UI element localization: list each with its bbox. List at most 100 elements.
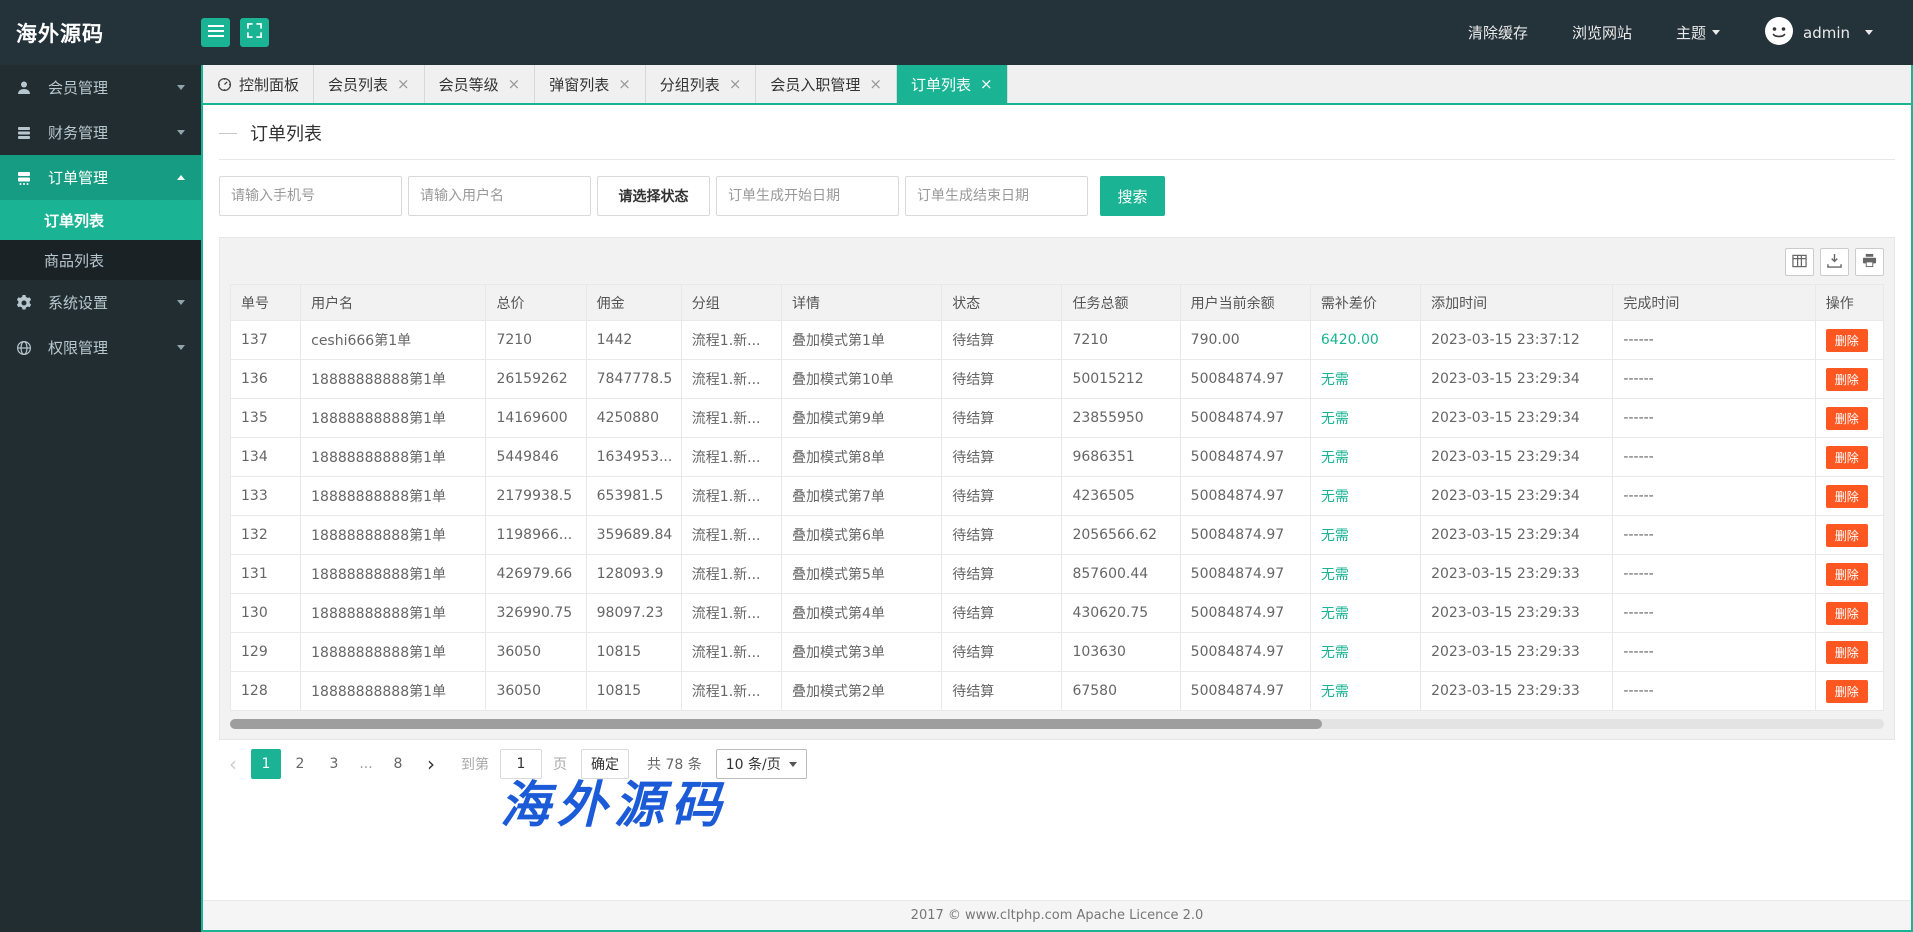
- table-row: 13318888888888第1单2179938.5653981.5流程1.新.…: [231, 477, 1884, 516]
- delete-button[interactable]: 删除: [1826, 641, 1868, 664]
- tab-member-level[interactable]: 会员等级×: [425, 65, 536, 103]
- tab-close-icon[interactable]: ×: [618, 77, 631, 92]
- title-dash: [219, 133, 237, 134]
- user-menu[interactable]: admin: [1764, 16, 1873, 50]
- sidebar-item-member-management[interactable]: 会员管理: [0, 65, 201, 110]
- tab-order-list[interactable]: 订单列表×: [897, 65, 1008, 103]
- page-button-3[interactable]: 3: [319, 749, 349, 779]
- sidebar-item-order-management[interactable]: 订单管理: [0, 155, 201, 200]
- column-header: 用户名: [301, 285, 486, 321]
- print-button[interactable]: [1855, 248, 1884, 276]
- sidebar-item-system-settings[interactable]: 系统设置: [0, 280, 201, 325]
- page-button-8[interactable]: 8: [383, 749, 413, 779]
- prev-page-button[interactable]: ‹: [219, 749, 247, 779]
- table-body: 137ceshi666第1单72101442流程1.新...叠加模式第1单待结算…: [231, 321, 1884, 711]
- tab-close-icon[interactable]: ×: [869, 77, 882, 92]
- tab-label: 会员列表: [328, 74, 388, 95]
- column-header: 操作: [1815, 285, 1883, 321]
- table-cell: 无需: [1310, 633, 1420, 672]
- columns-button[interactable]: [1785, 248, 1814, 276]
- delete-button[interactable]: 删除: [1826, 563, 1868, 586]
- table-cell: ------: [1613, 477, 1815, 516]
- table-cell: 无需: [1310, 672, 1420, 711]
- hamburger-icon: [208, 23, 224, 42]
- page-button-1[interactable]: 1: [251, 749, 281, 779]
- tab-close-icon[interactable]: ×: [980, 77, 993, 92]
- delete-button[interactable]: 删除: [1826, 602, 1868, 625]
- tab-member-entry-management[interactable]: 会员入职管理×: [756, 65, 897, 103]
- scrollbar-thumb[interactable]: [230, 719, 1322, 729]
- delete-button[interactable]: 删除: [1826, 329, 1868, 352]
- table-cell: 流程1.新...: [681, 594, 781, 633]
- table-cell: 叠加模式第5单: [781, 555, 941, 594]
- page-button-2[interactable]: 2: [285, 749, 315, 779]
- table-cell: 无需: [1310, 360, 1420, 399]
- clear-cache-link[interactable]: 清除缓存: [1468, 22, 1528, 43]
- table-cell: 130: [231, 594, 301, 633]
- end-date-input[interactable]: [905, 176, 1088, 216]
- sidebar-toggle-button[interactable]: [201, 18, 230, 47]
- table-header-row: 单号用户名总价佣金分组详情状态任务总额用户当前余额需补差价添加时间完成时间操作: [231, 285, 1884, 321]
- delete-button[interactable]: 删除: [1826, 446, 1868, 469]
- tab-close-icon[interactable]: ×: [729, 77, 742, 92]
- tab-member-list[interactable]: 会员列表 ×: [314, 65, 425, 103]
- theme-label: 主题: [1676, 22, 1706, 43]
- table-cell: ceshi666第1单: [301, 321, 486, 360]
- table-cell: 10815: [586, 672, 681, 711]
- tab-label: 弹窗列表: [549, 74, 609, 95]
- sidebar-subitem-order-list[interactable]: 订单列表: [0, 200, 201, 240]
- table-cell: 流程1.新...: [681, 399, 781, 438]
- sidebar-item-label: 财务管理: [48, 122, 108, 143]
- delete-button[interactable]: 删除: [1826, 407, 1868, 430]
- column-header: 分组: [681, 285, 781, 321]
- tab-close-icon[interactable]: ×: [397, 77, 410, 92]
- phone-input[interactable]: [219, 176, 402, 216]
- table-cell: 叠加模式第10单: [781, 360, 941, 399]
- sidebar-item-finance-management[interactable]: 财务管理: [0, 110, 201, 155]
- horizontal-scrollbar[interactable]: [230, 719, 1884, 729]
- username-input[interactable]: [408, 176, 591, 216]
- delete-button[interactable]: 删除: [1826, 680, 1868, 703]
- table-cell: 426979.66: [486, 555, 586, 594]
- table-cell: 叠加模式第4单: [781, 594, 941, 633]
- table-cell: 7210: [486, 321, 586, 360]
- delete-button[interactable]: 删除: [1826, 485, 1868, 508]
- table-cell: 136: [231, 360, 301, 399]
- topbar: 海外源码 清除缓存 浏览网站 主题 admin: [0, 0, 1913, 65]
- table-cell: 叠加模式第2单: [781, 672, 941, 711]
- sidebar-item-label: 系统设置: [48, 292, 108, 313]
- page-ellipsis: ...: [353, 756, 379, 772]
- tab-group-list[interactable]: 分组列表×: [646, 65, 757, 103]
- table-cell: 待结算: [942, 360, 1062, 399]
- export-button[interactable]: [1820, 248, 1849, 276]
- sidebar-subitem-goods-list[interactable]: 商品列表: [0, 240, 201, 280]
- table-cell: 无需: [1310, 516, 1420, 555]
- table-cell: 6420.00: [1310, 321, 1420, 360]
- column-header: 详情: [781, 285, 941, 321]
- tab-popup-list[interactable]: 弹窗列表 ×: [535, 65, 646, 103]
- status-select-label: 请选择状态: [619, 186, 689, 206]
- delete-button[interactable]: 删除: [1826, 524, 1868, 547]
- browse-site-link[interactable]: 浏览网站: [1572, 22, 1632, 43]
- table-cell: 无需: [1310, 594, 1420, 633]
- search-button[interactable]: 搜索: [1100, 176, 1165, 216]
- next-page-button[interactable]: ›: [417, 749, 445, 779]
- table-cell: 2023-03-15 23:29:33: [1421, 594, 1613, 633]
- table-cell: 50084874.97: [1180, 477, 1310, 516]
- fullscreen-button[interactable]: [240, 18, 269, 47]
- tab-dashboard[interactable]: 控制面板: [203, 65, 314, 103]
- table-cell: 2023-03-15 23:29:33: [1421, 555, 1613, 594]
- table-cell-action: 删除: [1815, 477, 1883, 516]
- tab-close-icon[interactable]: ×: [508, 77, 521, 92]
- sidebar-item-permission-management[interactable]: 权限管理: [0, 325, 201, 370]
- table-cell: 128: [231, 672, 301, 711]
- delete-button[interactable]: 删除: [1826, 368, 1868, 391]
- per-page-select[interactable]: 10 条/页: [716, 749, 807, 779]
- status-select[interactable]: 请选择状态: [597, 176, 710, 216]
- tab-bar: 控制面板会员列表×会员等级×弹窗列表×分组列表×会员入职管理×订单列表×: [203, 65, 1911, 105]
- table-cell: 待结算: [942, 633, 1062, 672]
- table-row: 12818888888888第1单3605010815流程1.新...叠加模式第…: [231, 672, 1884, 711]
- start-date-input[interactable]: [716, 176, 899, 216]
- table-cell-action: 删除: [1815, 360, 1883, 399]
- theme-dropdown[interactable]: 主题: [1676, 22, 1720, 43]
